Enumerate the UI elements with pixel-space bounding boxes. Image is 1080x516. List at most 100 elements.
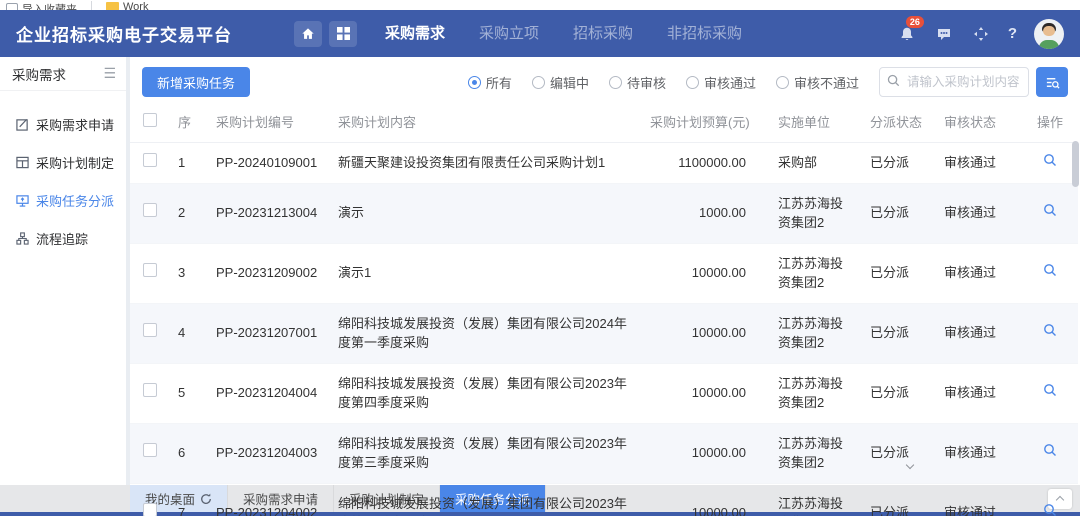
column-header: 审核状态: [936, 101, 1022, 143]
row-plan-content: 绵阳科技城发展投资（发展）集团有限公司2023年度第三季度采购: [330, 423, 642, 483]
table-body: 1 PP-20240109001 新疆天聚建设投资集团有限责任公司采购计划1 1…: [130, 143, 1078, 516]
help-button[interactable]: ?: [1008, 25, 1017, 42]
row-seq: 3: [170, 243, 208, 303]
row-view-button[interactable]: [1043, 153, 1057, 167]
row-view-button[interactable]: [1043, 383, 1057, 397]
column-header: 采购计划编号: [208, 101, 330, 143]
magnifier-icon: [1043, 323, 1057, 337]
row-plan-code: PP-20231209002: [208, 243, 330, 303]
table-row[interactable]: 1 PP-20240109001 新疆天聚建设投资集团有限责任公司采购计划1 1…: [130, 143, 1078, 184]
column-header: 序: [170, 101, 208, 143]
add-task-button[interactable]: 新增采购任务: [142, 67, 250, 97]
bookmark-import-label: 导入收藏夹: [22, 1, 77, 10]
row-dispatch-status: 已分派: [862, 363, 936, 423]
filter-label: 待审核: [627, 73, 666, 92]
row-audit-status: 审核通过: [936, 143, 1022, 184]
scrollbar-thumb[interactable]: [1072, 141, 1079, 187]
filter-label: 编辑中: [550, 73, 589, 92]
table-row[interactable]: 3 PP-20231209002 演示1 10000.00 江苏苏海投资集团2 …: [130, 243, 1078, 303]
row-unit: 江苏苏海投资集团2: [770, 303, 862, 363]
row-checkbox[interactable]: [143, 323, 157, 337]
table-row[interactable]: 7 PP-20231204002 绵阳科技城发展投资（发展）集团有限公司2023…: [130, 483, 1078, 516]
header-nav-item[interactable]: 采购立项: [479, 10, 539, 57]
bookmark-folder-work[interactable]: Work: [106, 1, 148, 10]
table-row[interactable]: 2 PP-20231213004 演示 1000.00 江苏苏海投资集团2 已分…: [130, 183, 1078, 243]
row-plan-content: 绵阳科技城发展投资（发展）集团有限公司2023年度第二季度采购: [330, 483, 642, 516]
radio-icon: [609, 76, 622, 89]
status-filter-option[interactable]: 审核通过: [686, 73, 756, 92]
bookmark-folder-label: Work: [123, 1, 148, 10]
home-icon: [301, 27, 315, 41]
sidebar-item-label: 流程追踪: [36, 229, 88, 248]
header-nav-item[interactable]: 采购需求: [385, 10, 445, 57]
row-checkbox[interactable]: [143, 443, 157, 457]
sidebar-item[interactable]: 采购计划制定: [0, 143, 126, 181]
status-filter-option[interactable]: 审核不通过: [776, 73, 859, 92]
row-dispatch-status: 已分派: [862, 483, 936, 516]
sidebar-item[interactable]: 采购任务分派: [0, 181, 126, 219]
header-nav-item[interactable]: 招标采购: [573, 10, 633, 57]
content-panel: 新增采购任务 所有 编辑中 待审核 审核通过 审核不通过: [130, 57, 1080, 485]
expand-arrows-icon: [973, 26, 989, 42]
row-checkbox[interactable]: [143, 153, 157, 167]
row-checkbox[interactable]: [143, 263, 157, 277]
folder-icon: [106, 2, 119, 10]
bookmark-import[interactable]: 导入收藏夹: [6, 1, 77, 10]
header-nav-item[interactable]: 非招标采购: [667, 10, 742, 57]
row-seq: 1: [170, 143, 208, 184]
header-actions: 26 ?: [897, 19, 1064, 49]
list-search-icon: [1045, 75, 1060, 90]
row-view-button[interactable]: [1043, 323, 1057, 337]
table-header: 序采购计划编号采购计划内容采购计划预算(元)实施单位分派状态审核状态操作: [130, 101, 1078, 143]
select-all-checkbox[interactable]: [143, 113, 157, 127]
row-plan-code: PP-20231213004: [208, 183, 330, 243]
advanced-search-button[interactable]: [1036, 67, 1068, 97]
avatar[interactable]: [1034, 19, 1064, 49]
table-scrollbar[interactable]: [1072, 141, 1079, 443]
chat-icon: [936, 26, 952, 42]
sidebar-header: 采购需求 ☰: [0, 57, 126, 91]
column-header: 采购计划预算(元): [642, 101, 770, 143]
row-view-button[interactable]: [1043, 263, 1057, 277]
fullscreen-button[interactable]: [971, 24, 991, 44]
row-budget: 10000.00: [642, 363, 770, 423]
row-checkbox[interactable]: [143, 203, 157, 217]
table-row[interactable]: 4 PP-20231207001 绵阳科技城发展投资（发展）集团有限公司2024…: [130, 303, 1078, 363]
magnifier-icon: [1043, 263, 1057, 277]
search-input[interactable]: [879, 67, 1029, 97]
row-unit: 江苏苏海投资集团2: [770, 423, 862, 483]
status-filter-option[interactable]: 所有: [468, 73, 512, 92]
sidebar-item[interactable]: 流程追踪: [0, 219, 126, 257]
magnifier-icon: [1043, 153, 1057, 167]
row-checkbox[interactable]: [143, 503, 157, 516]
row-budget: 10000.00: [642, 483, 770, 516]
notifications-button[interactable]: 26: [897, 24, 917, 44]
row-dispatch-status: 已分派: [862, 423, 936, 483]
sidebar-item-label: 采购任务分派: [36, 191, 114, 210]
row-audit-status: 审核通过: [936, 363, 1022, 423]
home-button[interactable]: [294, 21, 322, 47]
column-header: 采购计划内容: [330, 101, 642, 143]
avatar-shirt: [1039, 40, 1059, 49]
table-row[interactable]: 5 PP-20231204004 绵阳科技城发展投资（发展）集团有限公司2023…: [130, 363, 1078, 423]
row-plan-code: PP-20231207001: [208, 303, 330, 363]
table-row[interactable]: 6 PP-20231204003 绵阳科技城发展投资（发展）集团有限公司2023…: [130, 423, 1078, 483]
column-header: 分派状态: [862, 101, 936, 143]
toolbar: 新增采购任务 所有 编辑中 待审核 审核通过 审核不通过: [130, 57, 1080, 101]
row-view-button[interactable]: [1043, 503, 1057, 516]
status-filter-option[interactable]: 待审核: [609, 73, 666, 92]
table-header-row: 序采购计划编号采购计划内容采购计划预算(元)实施单位分派状态审核状态操作: [130, 101, 1078, 143]
status-filter-option[interactable]: 编辑中: [532, 73, 589, 92]
sidebar-collapse-icon[interactable]: ☰: [103, 65, 116, 82]
messages-button[interactable]: [934, 24, 954, 44]
sidebar-item[interactable]: 采购需求申请: [0, 105, 126, 143]
nav-item-label: 采购需求: [385, 25, 445, 42]
column-header: 操作: [1022, 101, 1078, 143]
row-view-button[interactable]: [1043, 203, 1057, 217]
row-budget: 1000.00: [642, 183, 770, 243]
row-checkbox[interactable]: [143, 383, 157, 397]
table-icon: [15, 155, 29, 169]
row-view-button[interactable]: [1043, 443, 1057, 457]
apps-grid-button[interactable]: [329, 21, 357, 47]
row-dispatch-status: 已分派: [862, 143, 936, 184]
